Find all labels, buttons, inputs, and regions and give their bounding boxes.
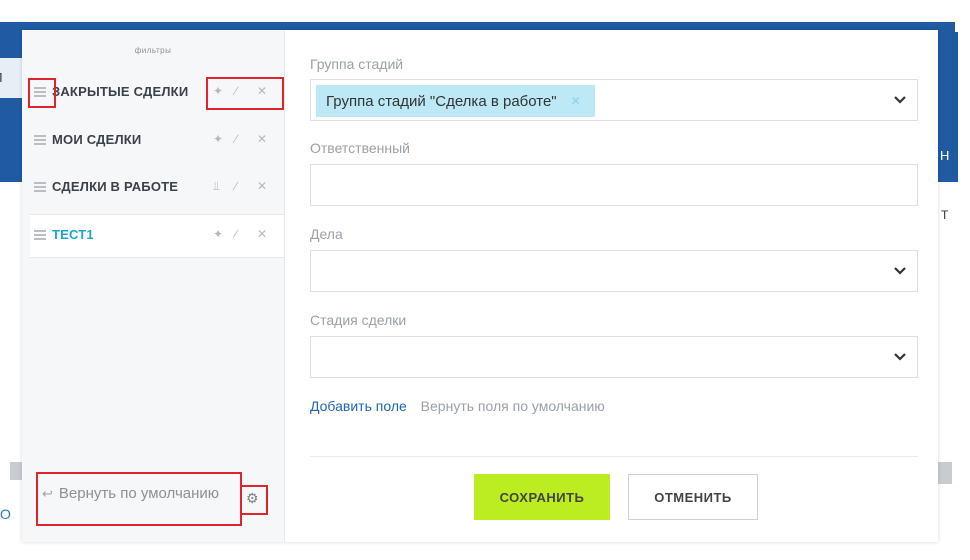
close-icon[interactable]: ✕ — [257, 132, 267, 146]
filter-form: Группа стадий Группа стадий "Сделка в ра… — [310, 30, 920, 542]
chip-label: Группа стадий "Сделка в работе" — [326, 92, 557, 110]
pencil-icon[interactable]: ∕ — [235, 132, 237, 146]
responsible-input[interactable] — [310, 164, 918, 206]
filter-item-label: ТЕСТ1 — [52, 227, 94, 242]
pencil-icon[interactable]: ∕ — [235, 227, 237, 241]
cancel-button[interactable]: ОТМЕНИТЬ — [628, 474, 758, 520]
filter-popup: ФИЛЬТРЫ ЗАКРЫТЫЕ СДЕЛКИ ✦ ∕ ✕ МОИ СДЕЛКИ… — [22, 30, 938, 542]
stage-group-chip[interactable]: Группа стадий "Сделка в работе" ✕ — [316, 85, 595, 117]
filter-actions: ✦ ∕ ✕ — [213, 130, 275, 150]
chip-remove-icon[interactable]: ✕ — [571, 94, 581, 108]
pencil-icon[interactable]: ∕ — [235, 179, 237, 193]
reset-fields-link[interactable]: Вернуть поля по умолчанию — [421, 398, 605, 414]
drag-handle-icon[interactable] — [34, 230, 46, 240]
field-label-deal-stage: Стадия сделки — [310, 312, 407, 328]
filter-item-deals-in-progress[interactable]: СДЕЛКИ В РАБОТЕ ⫫ ∕ ✕ — [30, 167, 284, 209]
highlight-filter-actions — [206, 77, 284, 110]
drag-handle-icon[interactable] — [34, 135, 46, 145]
close-icon[interactable]: ✕ — [257, 179, 267, 193]
highlight-reset-default — [36, 472, 242, 526]
filter-item-label: ЗАКРЫТЫЕ СДЕЛКИ — [52, 84, 189, 99]
add-field-link[interactable]: Добавить поле — [310, 398, 407, 414]
form-divider — [310, 456, 918, 457]
chevron-down-icon[interactable] — [893, 263, 907, 277]
background-left-tab — [0, 58, 22, 98]
filter-item-label: СДЕЛКИ В РАБОТЕ — [52, 179, 179, 194]
background-right-block — [938, 462, 952, 484]
filter-item-test1[interactable]: ТЕСТ1 ✦ ∕ ✕ — [30, 214, 284, 258]
form-links: Добавить поле Вернуть поля по умолчанию — [310, 398, 605, 414]
sidebar-title: ФИЛЬТРЫ — [134, 46, 172, 55]
pin-icon[interactable]: ⫫ — [213, 179, 220, 194]
tasks-select[interactable] — [310, 250, 918, 292]
highlight-gear — [240, 485, 268, 515]
close-icon[interactable]: ✕ — [257, 227, 267, 241]
chevron-down-icon[interactable] — [893, 92, 907, 106]
filter-item-my-deals[interactable]: МОИ СДЕЛКИ ✦ ∕ ✕ — [30, 120, 284, 162]
filter-actions: ✦ ∕ ✕ — [213, 225, 275, 245]
highlight-drag-handle — [28, 78, 56, 108]
background-left-panel — [0, 32, 22, 182]
pin-icon[interactable]: ✦ — [213, 132, 223, 146]
background-right-text: Н — [940, 148, 950, 163]
deal-stage-select[interactable] — [310, 336, 918, 378]
stage-group-select[interactable]: Группа стадий "Сделка в работе" ✕ — [310, 79, 918, 121]
field-label-responsible: Ответственный — [310, 140, 410, 156]
save-button[interactable]: СОХРАНИТЬ — [474, 474, 610, 520]
background-left-bottom-text: О — [0, 506, 11, 522]
field-label-stage-group: Группа стадий — [310, 56, 404, 72]
drag-handle-icon[interactable] — [34, 182, 46, 192]
chevron-down-icon[interactable] — [893, 349, 907, 363]
filter-item-label: МОИ СДЕЛКИ — [52, 132, 142, 147]
background-left-text: Л — [0, 70, 3, 85]
field-label-tasks: Дела — [310, 226, 343, 242]
background-right-text: Т — [941, 208, 949, 222]
filter-actions: ⫫ ∕ ✕ — [213, 177, 275, 197]
pin-icon[interactable]: ✦ — [213, 227, 223, 241]
